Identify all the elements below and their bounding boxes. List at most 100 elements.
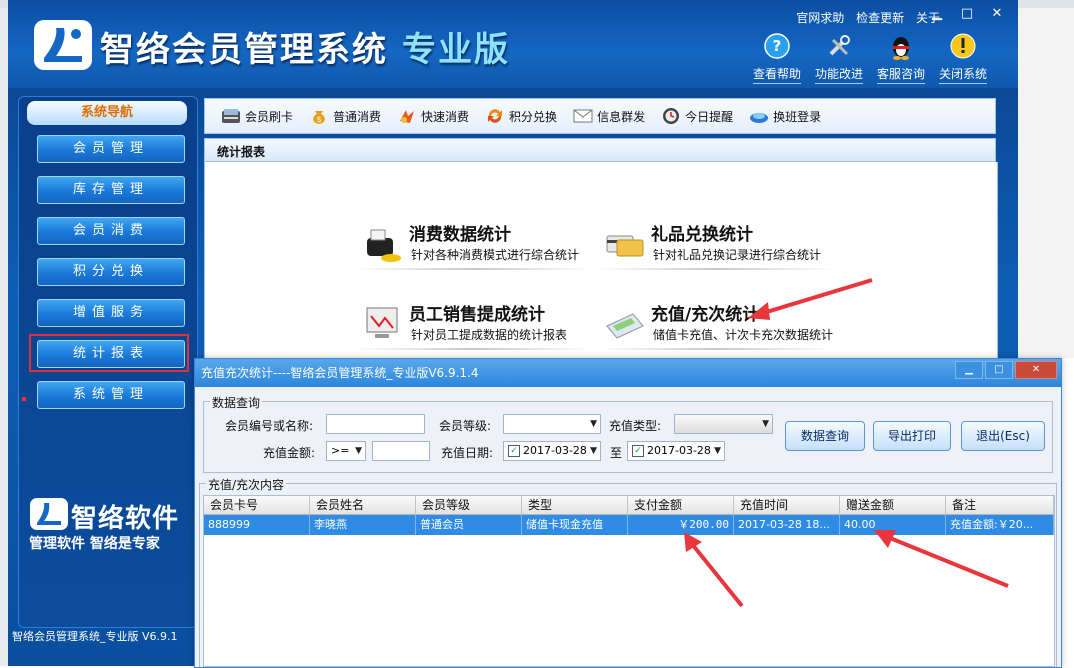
brand-slogan: 管理软件 智络是专家 (29, 536, 160, 552)
date-to-value: 2017-03-28 (647, 444, 711, 457)
date-from-value: 2017-03-28 (523, 444, 587, 457)
member-no-input[interactable] (326, 414, 425, 434)
cell-pay-amount: ￥200.00 (628, 515, 734, 535)
window-controls: ▁ □ ✕ (922, 5, 1012, 23)
export-print-button[interactable]: 导出打印 (873, 421, 951, 451)
amount-operator-select[interactable]: >= ▼ (326, 441, 366, 461)
data-query-button[interactable]: 数据查询 (785, 421, 865, 451)
tool-improve[interactable]: 功能改进 (808, 32, 870, 84)
tool-close-system[interactable]: 关闭系统 (932, 32, 994, 84)
link-official-help[interactable]: 官网求助 (796, 11, 844, 25)
sidebar-item-member-management[interactable]: 会员管理 (37, 135, 185, 163)
date-to-picker[interactable]: ✓ 2017-03-28 ▼ (627, 441, 725, 461)
toolbar-shift-login[interactable]: 换班登录 (749, 107, 821, 125)
toolbar-points-exchange[interactable]: 积分兑换 (485, 107, 557, 125)
sidebar-item-inventory-management[interactable]: 库存管理 (37, 176, 185, 204)
toolbar-label: 信息群发 (597, 109, 646, 124)
close-button[interactable]: ✕ (982, 5, 1012, 23)
recharge-type-select[interactable]: ▼ (674, 414, 773, 434)
sidebar-item-points-exchange[interactable]: 积分兑换 (37, 258, 185, 286)
exit-button[interactable]: 退出(Esc) (961, 421, 1045, 451)
toolbar-label: 积分兑换 (509, 109, 558, 124)
member-level-select[interactable]: ▼ (503, 414, 601, 434)
col-header-pay-amount[interactable]: 支付金额 (628, 496, 734, 514)
checkbox-checked-icon[interactable]: ✓ (508, 445, 520, 457)
warning-icon (950, 33, 976, 59)
calculator-icon (606, 313, 644, 339)
cell-name: 李晓燕 (310, 515, 416, 535)
col-header-recharge-time[interactable]: 充值时间 (734, 496, 840, 514)
chevron-down-icon: ▼ (355, 446, 362, 456)
dialog-close-button[interactable]: ✕ (1015, 361, 1057, 379)
report-underline (597, 268, 835, 270)
toolbar-mass-message[interactable]: 信息群发 (573, 107, 645, 125)
report-consumption-stats[interactable]: 消费数据统计 针对各种消费模式进行综合统计 (355, 218, 593, 278)
report-underline (355, 268, 593, 270)
table-header: 会员卡号 会员姓名 会员等级 类型 支付金额 充值时间 赠送金额 备注 (204, 496, 1054, 515)
envelope-icon (573, 109, 593, 123)
report-underline (597, 348, 835, 350)
report-desc: 针对各种消费模式进行综合统计 (411, 248, 580, 262)
col-header-card-no[interactable]: 会员卡号 (204, 496, 310, 514)
report-gift-exchange-stats[interactable]: 礼品兑换统计 针对礼品兑换记录进行综合统计 (597, 218, 835, 278)
recharge-amount-input[interactable] (372, 441, 430, 461)
report-recharge-stats[interactable]: 充值/充次统计 储值卡充值、计次卡充次数据统计 (597, 298, 835, 358)
cell-level: 普通会员 (416, 515, 522, 535)
amount-operator-value: >= (331, 444, 350, 457)
report-staff-commission-stats[interactable]: 员工销售提成统计 针对员工提成数据的统计报表 (355, 298, 593, 358)
toolbar-fast-consume[interactable]: 快速消费 (397, 107, 469, 125)
sidebar-item-value-added[interactable]: 增值服务 (37, 299, 185, 327)
link-check-update[interactable]: 检查更新 (856, 11, 904, 25)
maximize-button[interactable]: □ (952, 5, 982, 23)
query-group-legend: 数据查询 (210, 394, 263, 411)
top-tools: ? 查看帮助 功能改进 客服咨询 关闭系统 (746, 32, 994, 84)
checkbox-checked-icon[interactable]: ✓ (632, 445, 644, 457)
app-header: 智络会员管理系统 专业版 官网求助 检查更新 关于 ▁ □ ✕ ? 查看帮助 功能… (8, 0, 1018, 88)
cards-icon (606, 235, 644, 257)
app-title: 智络会员管理系统 专业版 (100, 22, 510, 71)
recharge-date-label: 充值日期: (441, 446, 494, 460)
col-header-type[interactable]: 类型 (522, 496, 628, 514)
col-header-level[interactable]: 会员等级 (416, 496, 522, 514)
svg-text:$: $ (316, 115, 321, 124)
col-header-name[interactable]: 会员姓名 (310, 496, 416, 514)
toolbar-label: 快速消费 (421, 109, 470, 124)
tool-help-label: 查看帮助 (752, 65, 801, 84)
nav-header: 系统导航 (27, 101, 187, 125)
member-level-label: 会员等级: (439, 419, 492, 433)
toolbar-member-swipe[interactable]: 会员刷卡 (221, 107, 293, 125)
toolbar-label: 会员刷卡 (245, 109, 294, 124)
brand-logo-icon (30, 498, 68, 530)
col-header-bonus-amount[interactable]: 赠送金额 (840, 496, 946, 514)
table-row[interactable]: 888999 李晓燕 普通会员 储值卡现金充值 ￥200.00 2017-03-… (204, 515, 1054, 535)
fast-consume-icon (400, 110, 415, 123)
tool-service-label: 客服咨询 (876, 65, 925, 84)
toolbar-label: 今日提醒 (685, 109, 734, 124)
tool-help[interactable]: ? 查看帮助 (746, 32, 808, 84)
chevron-down-icon: ▼ (762, 419, 769, 429)
member-no-label: 会员编号或名称: (225, 419, 314, 433)
date-from-picker[interactable]: ✓ 2017-03-28 ▼ (503, 441, 601, 461)
col-header-remark[interactable]: 备注 (946, 496, 1054, 514)
quick-toolbar: 会员刷卡 $ 普通消费 快速消费 积分兑换 信息群发 今日提醒 换班登录 (204, 98, 996, 134)
sidebar-item-system-management[interactable]: 系统管理 (37, 381, 185, 409)
toolbar-today-reminder[interactable]: 今日提醒 (661, 107, 733, 125)
dialog-titlebar: 充值充次统计----智络会员管理系统_专业版V6.9.1.4 ▁ □ ✕ (195, 359, 1061, 387)
chevron-down-icon: ▼ (590, 419, 597, 429)
recharge-amount-label: 充值金额: (263, 446, 316, 460)
dialog-window-controls: ▁ □ ✕ (953, 361, 1057, 379)
app-logo-icon (34, 20, 92, 70)
report-title: 充值/充次统计 (651, 305, 760, 325)
tool-service[interactable]: 客服咨询 (870, 32, 932, 84)
toolbar-normal-consume[interactable]: $ 普通消费 (309, 107, 381, 125)
sidebar-item-statistics-reports[interactable]: 统计报表 (37, 340, 185, 368)
minimize-button[interactable]: ▁ (922, 5, 952, 23)
cell-recharge-time: 2017-03-28 18... (734, 515, 840, 535)
tool-close-system-label: 关闭系统 (938, 65, 987, 84)
date-to-label: 至 (610, 446, 623, 460)
chevron-down-icon: ▼ (590, 446, 597, 456)
dialog-minimize-button[interactable]: ▁ (955, 361, 983, 379)
chart-monitor-icon (366, 307, 398, 338)
dialog-maximize-button[interactable]: □ (985, 361, 1013, 379)
sidebar-item-member-consumption[interactable]: 会员消费 (37, 217, 185, 245)
